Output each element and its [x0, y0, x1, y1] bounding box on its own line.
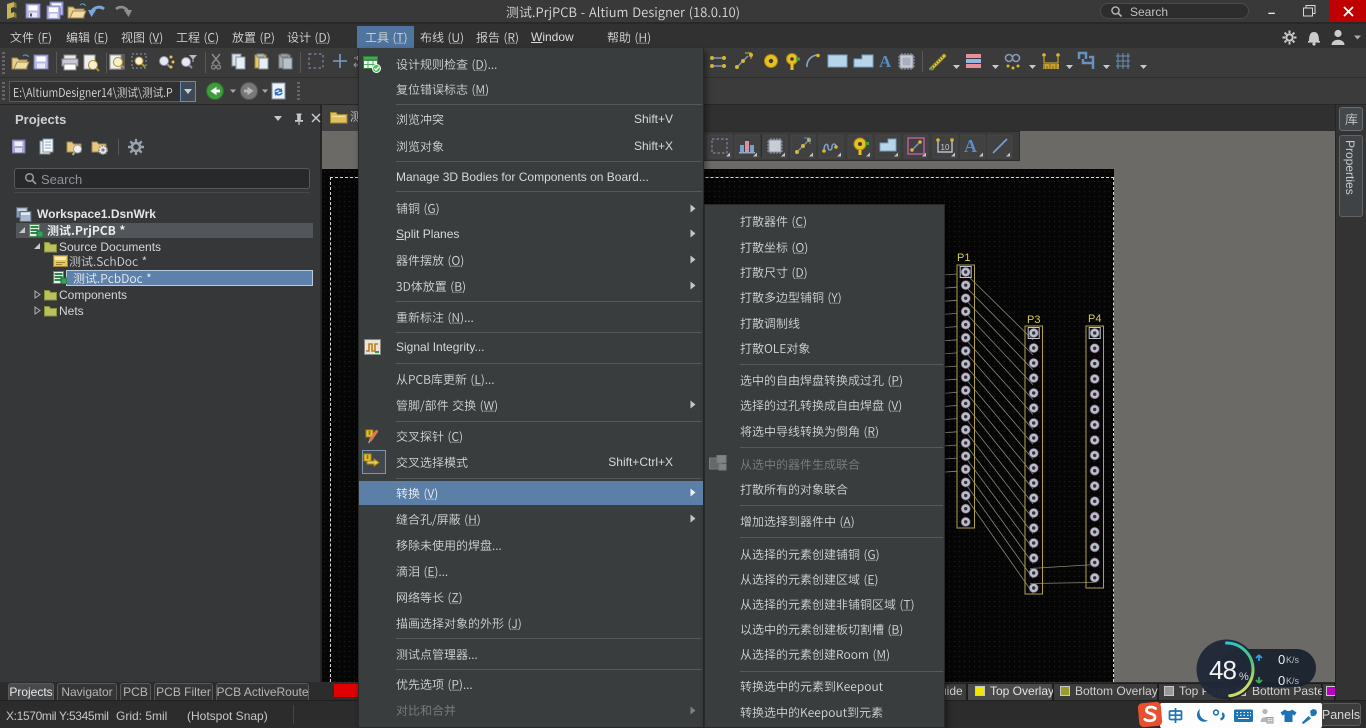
svg-text:P1: P1 — [957, 252, 970, 264]
svg-text:A: A — [964, 136, 977, 156]
svg-text:10: 10 — [941, 143, 950, 152]
svg-text:A: A — [879, 52, 892, 71]
svg-text:0: 0 — [1278, 673, 1285, 686]
svg-text:%: % — [1239, 671, 1249, 683]
svg-text:P4: P4 — [1088, 313, 1101, 325]
svg-text:48: 48 — [1209, 655, 1236, 685]
svg-text:K/s: K/s — [1286, 655, 1300, 665]
svg-text:0: 0 — [1278, 652, 1285, 667]
svg-text:K/s: K/s — [1286, 676, 1300, 686]
svg-text:P3: P3 — [1027, 314, 1040, 326]
